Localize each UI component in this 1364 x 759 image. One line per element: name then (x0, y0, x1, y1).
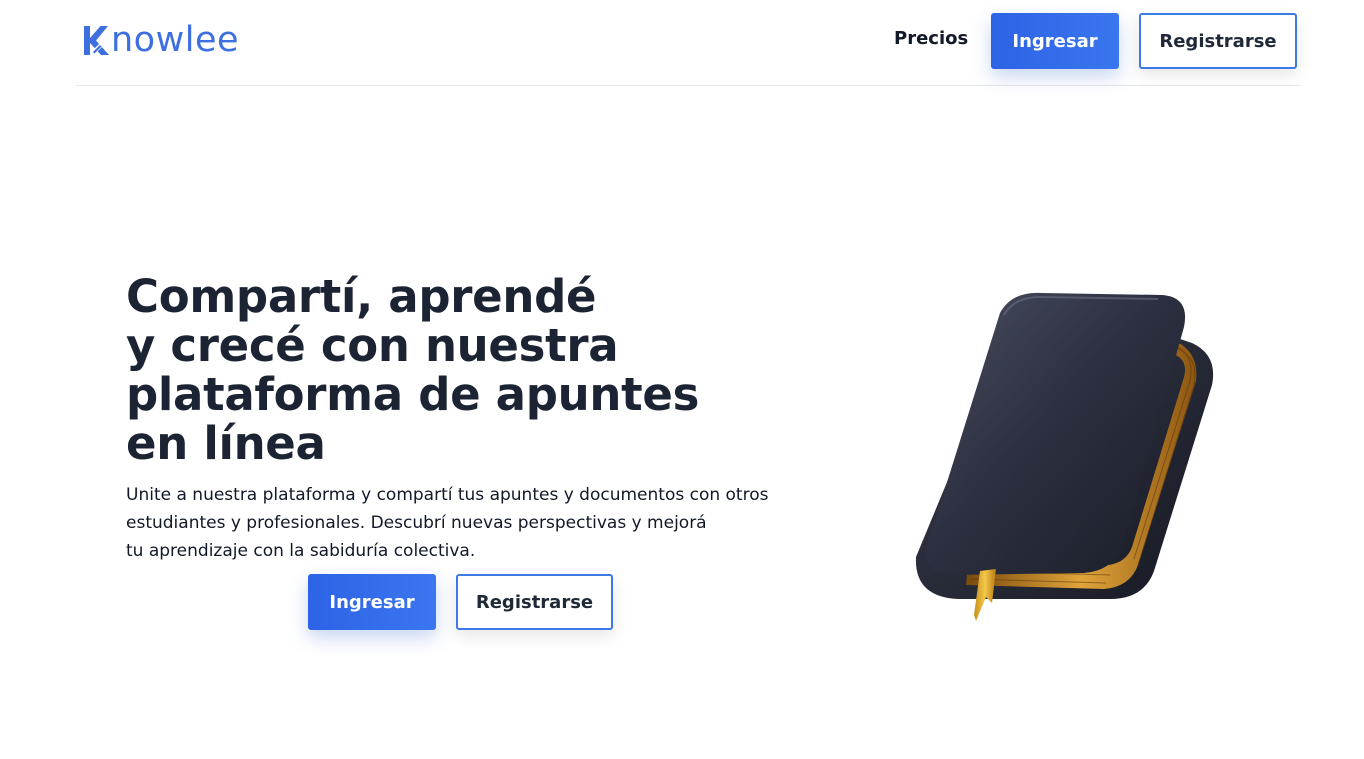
hero-description-line: tu aprendizaje con la sabiduría colectiv… (126, 541, 476, 561)
knowlee-logo[interactable]: nowlee (80, 18, 239, 62)
hero-title-line: Compartí, aprendé (126, 270, 597, 323)
hero-description: Unite a nuestra plataforma y compartí tu… (126, 481, 786, 565)
hero-title: Compartí, aprendé y crecé con nuestra pl… (126, 272, 806, 468)
hero-description-line: Unite a nuestra plataforma y compartí tu… (126, 485, 769, 505)
site-header: nowlee Precios Ingresar Registrarse (76, 0, 1300, 86)
hero-title-line: y crecé con nuestra (126, 319, 619, 372)
book-icon (915, 292, 1214, 621)
nav-link-pricing[interactable]: Precios (894, 28, 968, 49)
hero-title-line: plataforma de apuntes (126, 368, 700, 421)
hero-description-line: estudiantes y profesionales. Descubrí nu… (126, 513, 707, 533)
hero-register-button[interactable]: Registrarse (456, 574, 613, 630)
logo-text: nowlee (111, 20, 240, 60)
logo-k-icon (84, 26, 109, 55)
header-register-button[interactable]: Registrarse (1139, 13, 1297, 69)
header-login-button[interactable]: Ingresar (991, 13, 1119, 69)
hero-login-button[interactable]: Ingresar (308, 574, 436, 630)
hero-title-line: en línea (126, 417, 326, 470)
